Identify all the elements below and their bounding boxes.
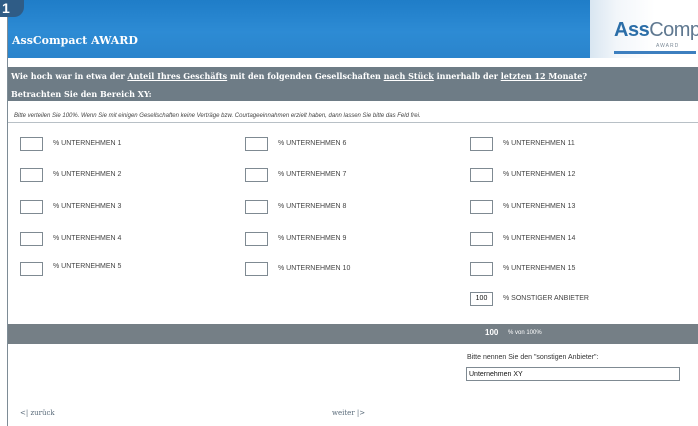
page-frame-left [7,0,8,426]
question-text: Wie hoch war in etwa der Anteil Ihres Ge… [11,71,588,81]
share-label: % UNTERNEHMEN 4 [53,235,122,242]
share-label: % UNTERNEHMEN 10 [278,265,351,272]
emphasis-per-piece: nach Stück [383,71,434,81]
share-label: % UNTERNEHMEN 9 [278,235,347,242]
share-label: % UNTERNEHMEN 5 [53,263,122,270]
emphasis-period: letzten 12 Monate [500,71,583,81]
share-label: % SONSTIGER ANBIETER [503,295,589,302]
divider [8,122,698,123]
share-label: % UNTERNEHMEN 13 [503,203,576,210]
other-provider-input[interactable] [466,367,680,381]
asscompact-logo: AssCompact AWARD [590,0,698,58]
share-input[interactable] [20,232,43,246]
step-badge: 1 [0,0,24,17]
share-label: % UNTERNEHMEN 8 [278,203,347,210]
share-input[interactable] [20,137,43,151]
sum-value: 100 [485,328,499,337]
instruction-text: Bitte verteilen Sie 100%. Wenn Sie mit e… [14,113,421,119]
next-link[interactable]: weiter |> [332,409,365,417]
share-input[interactable] [245,200,268,214]
sum-unit: % von 100% [508,330,542,336]
share-input[interactable]: 100 [470,292,493,306]
share-input[interactable] [470,200,493,214]
share-label: % UNTERNEHMEN 15 [503,265,576,272]
share-label: % UNTERNEHMEN 14 [503,235,576,242]
sum-bar: 100 % von 100% [8,324,698,344]
share-label: % UNTERNEHMEN 7 [278,171,347,178]
share-label: % UNTERNEHMEN 6 [278,140,347,147]
share-label: % UNTERNEHMEN 2 [53,171,122,178]
logo-subtitle: AWARD [656,43,680,49]
question-scope: Betrachten Sie den Bereich XY: [11,89,152,99]
share-input[interactable] [20,168,43,182]
share-label: % UNTERNEHMEN 12 [503,171,576,178]
share-input[interactable] [245,168,268,182]
share-input[interactable] [20,262,43,276]
share-input[interactable] [470,168,493,182]
other-provider-label: Bitte nennen Sie den "sonstigen Anbieter… [467,354,599,361]
share-input[interactable] [470,262,493,276]
share-input[interactable] [470,232,493,246]
back-link[interactable]: <| zurück [20,409,55,417]
logo-underline [614,51,696,54]
share-input[interactable] [245,137,268,151]
app-title: AssCompact AWARD [12,34,138,47]
share-input[interactable] [470,137,493,151]
share-label: % UNTERNEHMEN 1 [53,140,122,147]
share-input[interactable] [245,232,268,246]
share-label: % UNTERNEHMEN 3 [53,203,122,210]
share-label: % UNTERNEHMEN 11 [503,140,575,147]
logo-text-compact: Compact [649,19,698,41]
logo-text-ass: Ass [614,19,650,41]
page-header: AssCompact AWARD AssCompact AWARD [8,0,698,58]
share-input[interactable] [245,262,268,276]
question-bar: Wie hoch war in etwa der Anteil Ihres Ge… [8,67,698,101]
share-input[interactable] [20,200,43,214]
emphasis-share: Anteil Ihres Geschäfts [127,71,228,81]
